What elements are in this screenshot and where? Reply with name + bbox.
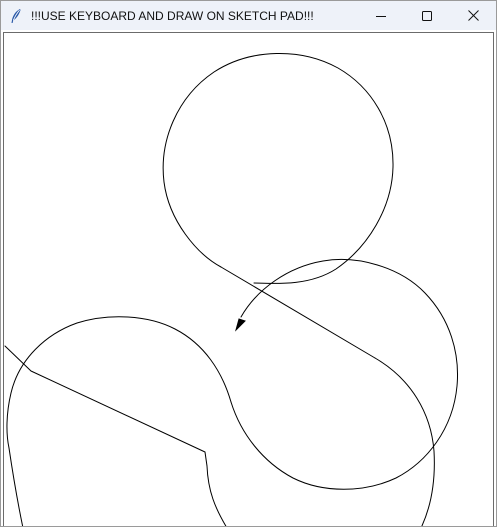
close-icon: [467, 10, 479, 21]
maximize-button[interactable]: [404, 1, 450, 30]
close-button[interactable]: [450, 1, 496, 30]
app-window: !!!USE KEYBOARD AND DRAW ON SKETCH PAD!!…: [0, 0, 497, 527]
sketch-drawing: [4, 53, 458, 526]
minimize-button[interactable]: [358, 1, 404, 30]
feather-icon: [8, 8, 24, 24]
drawn-stroke-left-zigzag: [4, 345, 227, 526]
drawn-stroke-left-arc: [6, 316, 232, 526]
maximize-icon: [422, 10, 432, 21]
sketch-pad-canvas[interactable]: [3, 32, 494, 526]
window-title: !!!USE KEYBOARD AND DRAW ON SKETCH PAD!!…: [31, 8, 314, 23]
minimize-icon: [376, 15, 386, 17]
drawn-stroke-right-circle: [230, 258, 458, 490]
window-controls: [358, 1, 496, 30]
arrow-cursor-icon: [235, 318, 246, 332]
drawn-stroke-lower-right-loop: [374, 357, 435, 526]
title-bar[interactable]: !!!USE KEYBOARD AND DRAW ON SKETCH PAD!!…: [1, 1, 496, 30]
drawn-stroke-upper-circle: [162, 53, 394, 284]
